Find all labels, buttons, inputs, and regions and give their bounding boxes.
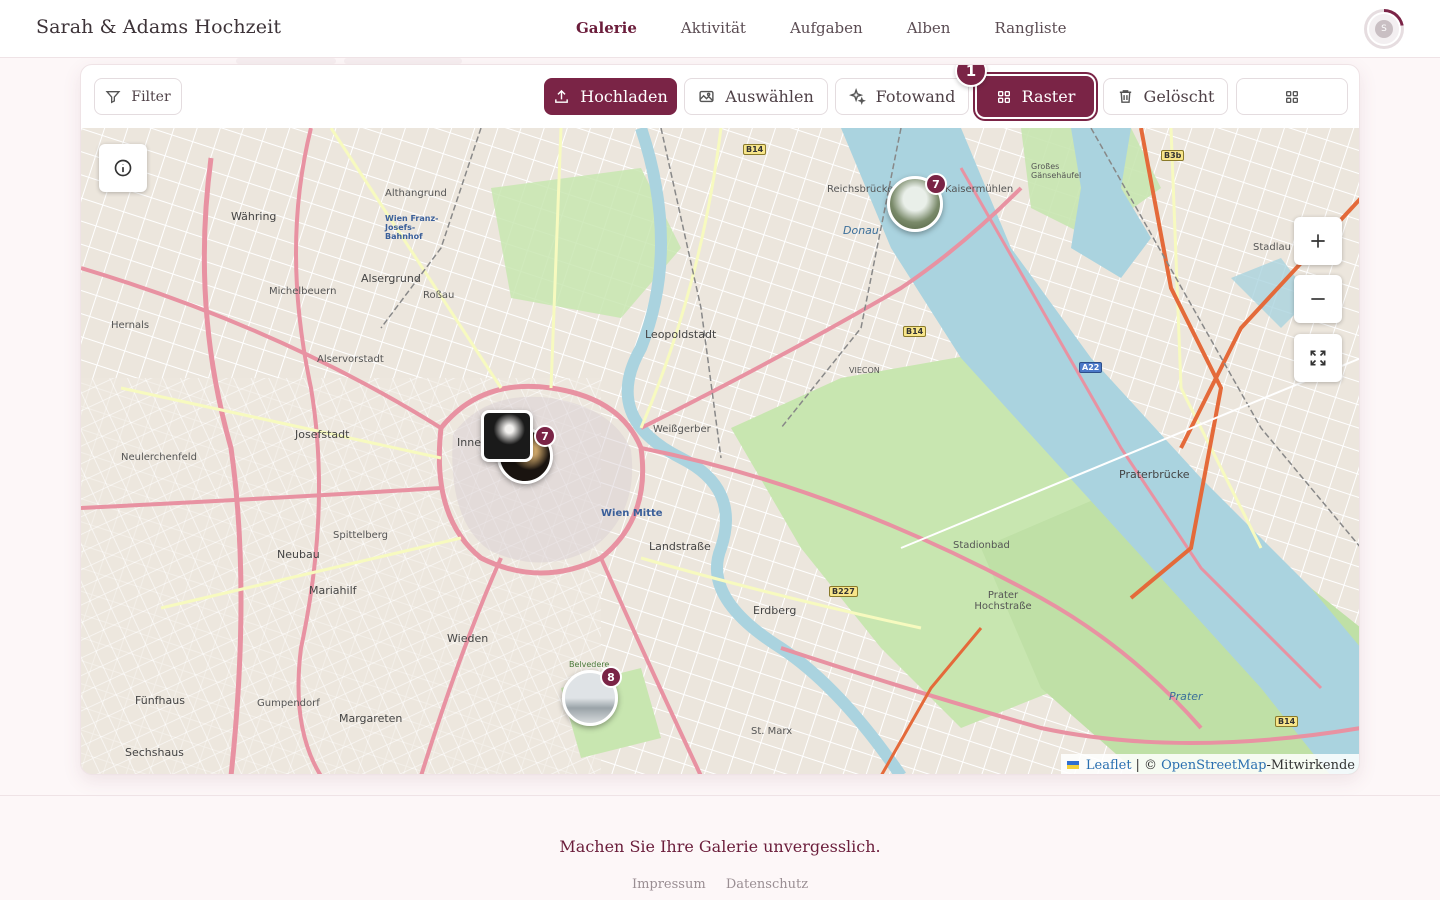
osm-link[interactable]: OpenStreetMap	[1161, 758, 1266, 773]
map-label-sechshaus: Sechshaus	[125, 746, 184, 759]
map-label-reichsbruecke: Reichsbrücke	[827, 184, 894, 195]
grid-view-label: Raster	[1021, 87, 1076, 106]
grid-view-button[interactable]: Raster	[977, 76, 1094, 117]
map-label-leopoldstadt: Leopoldstadt	[645, 328, 717, 341]
expand-icon	[1310, 350, 1326, 366]
map-label-wien-mitte: Wien Mitte	[601, 508, 663, 519]
map-label-franz-josefs-bahnhof: Wien Franz-Josefs-Bahnhof	[385, 214, 439, 241]
zoom-in-button[interactable]	[1294, 217, 1342, 265]
photowall-label: Fotowand	[875, 87, 956, 106]
map-label-prater-hochstrasse: Prater Hochstraße	[974, 590, 1032, 612]
map-label-waehring: Währing	[231, 210, 277, 223]
map-label-landstrasse: Landstraße	[649, 540, 711, 553]
filter-label: Filter	[131, 88, 171, 105]
avatar: S	[1367, 12, 1401, 46]
map-label-gumpendorf: Gumpendorf	[257, 698, 320, 709]
map-tiles	[81, 128, 1359, 774]
photo-cluster-count: 7	[925, 173, 947, 195]
nav-item-aktivitaet[interactable]: Aktivität	[681, 19, 746, 37]
plus-icon	[1311, 234, 1325, 248]
upload-button[interactable]: Hochladen	[544, 78, 677, 115]
select-button[interactable]: Auswählen	[684, 78, 828, 115]
nav-item-rangliste[interactable]: Rangliste	[994, 19, 1066, 37]
map-label-b3b: B3b	[1161, 150, 1185, 161]
map-label-kaisermuehlen: Kaisermühlen	[945, 184, 1014, 195]
photo-cluster-innere-stadt[interactable]	[481, 410, 533, 462]
map-label-neulerchenfeld: Neulerchenfeld	[121, 452, 197, 463]
sparkles-icon	[848, 88, 866, 105]
trash-icon	[1119, 90, 1131, 103]
upload-icon	[555, 89, 569, 103]
map-label-hernals: Hernals	[111, 320, 150, 331]
deleted-button[interactable]: Gelöscht	[1103, 78, 1228, 115]
map-label-b14: B14	[903, 326, 927, 337]
map-label-alsergrund: Alsergrund	[361, 272, 421, 285]
zoom-out-button[interactable]	[1294, 275, 1342, 323]
map-label-michelbeuern: Michelbeuern	[269, 286, 337, 297]
map-label-a22: A22	[1079, 362, 1103, 373]
user-avatar-progress-ring[interactable]: S	[1364, 9, 1404, 49]
photo-cluster-count: 8	[600, 666, 622, 688]
map-label-prater: Prater	[1169, 690, 1203, 703]
nav-item-aufgaben[interactable]: Aufgaben	[790, 19, 863, 37]
map-label-althangrund: Althangrund	[385, 188, 447, 199]
select-label: Auswählen	[725, 87, 814, 106]
leaflet-link[interactable]: Leaflet	[1086, 758, 1132, 773]
footer-links: Impressum Datenschutz	[0, 877, 1440, 892]
map-info-button[interactable]	[99, 144, 147, 192]
deleted-label: Gelöscht	[1143, 87, 1215, 106]
map-label-stadlau: Stadlau	[1253, 242, 1291, 253]
footer-divider	[0, 795, 1440, 796]
map-label-praterbruecke: Praterbrücke	[1119, 468, 1190, 481]
map-label-neubau: Neubau	[277, 548, 320, 561]
map-label-rossau: Roßau	[423, 290, 455, 301]
gallery-toolbar: Filter Hochladen Auswählen Fotowand Rast…	[81, 65, 1359, 128]
minus-icon	[1311, 298, 1325, 300]
map-label-alservorstadt: Alservorstadt	[317, 354, 384, 365]
map-label-stadionbad: Stadionbad	[953, 540, 1010, 551]
filter-button[interactable]: Filter	[94, 78, 182, 115]
filter-icon	[105, 90, 121, 103]
grid-icon	[1286, 90, 1298, 103]
fullscreen-button[interactable]	[1294, 334, 1342, 382]
map-label-grosses-gaensehaeufel: Großes Gänsehäufel	[1031, 162, 1082, 180]
map-label-viecon: VIECON	[849, 366, 880, 375]
gallery-map-card: Filter Hochladen Auswählen Fotowand Rast…	[80, 64, 1360, 775]
footer-tagline: Machen Sie Ihre Galerie unvergesslich.	[559, 837, 881, 856]
map-attribution: Leaflet | © OpenStreetMap -Mitwirkende	[1060, 754, 1359, 774]
map-label-spittelberg: Spittelberg	[333, 530, 389, 541]
map-label-margareten: Margareten	[339, 712, 403, 725]
photo-location-map[interactable]: Leopoldstadt Alsergrund Josefstadt Neuba…	[81, 128, 1359, 774]
map-label-b14: B14	[1275, 716, 1299, 727]
map-label-b227: B227	[829, 586, 858, 597]
map-label-fuenfhaus: Fünfhaus	[135, 694, 185, 707]
nav-item-alben[interactable]: Alben	[907, 19, 951, 37]
map-label-weissgerber: Weißgerber	[653, 424, 711, 435]
photo-cluster-count: 7	[534, 425, 556, 447]
map-label-wieden: Wieden	[447, 632, 489, 645]
map-label-josefstadt: Josefstadt	[295, 428, 350, 441]
attribution-separator: | ©	[1135, 757, 1158, 773]
map-label-donau: Donau	[843, 224, 879, 237]
attribution-suffix: -Mitwirkende	[1266, 757, 1355, 773]
info-icon	[114, 159, 132, 177]
map-label-mariahilf: Mariahilf	[309, 584, 357, 597]
ukraine-flag-icon	[1066, 761, 1079, 769]
image-icon	[699, 90, 714, 103]
nav-item-galerie[interactable]: Galerie	[576, 19, 637, 37]
main-nav: Galerie Aktivität Aufgaben Alben Ranglis…	[576, 19, 1111, 37]
privacy-link[interactable]: Datenschutz	[726, 877, 808, 892]
top-navigation-bar: Sarah & Adams Hochzeit Galerie Aktivität…	[0, 0, 1440, 58]
upload-label: Hochladen	[580, 87, 668, 106]
avatar-initial: S	[1375, 20, 1393, 38]
map-label-st-marx: St. Marx	[751, 726, 793, 737]
imprint-link[interactable]: Impressum	[632, 877, 706, 892]
map-label-innere: Inne	[457, 436, 481, 449]
grid-icon	[997, 90, 1010, 103]
map-label-erdberg: Erdberg	[753, 604, 797, 617]
app-title[interactable]: Sarah & Adams Hochzeit	[36, 16, 281, 38]
photowall-button[interactable]: Fotowand	[835, 78, 969, 115]
map-label-b14: B14	[743, 144, 767, 155]
layout-toggle-button[interactable]	[1236, 78, 1348, 115]
